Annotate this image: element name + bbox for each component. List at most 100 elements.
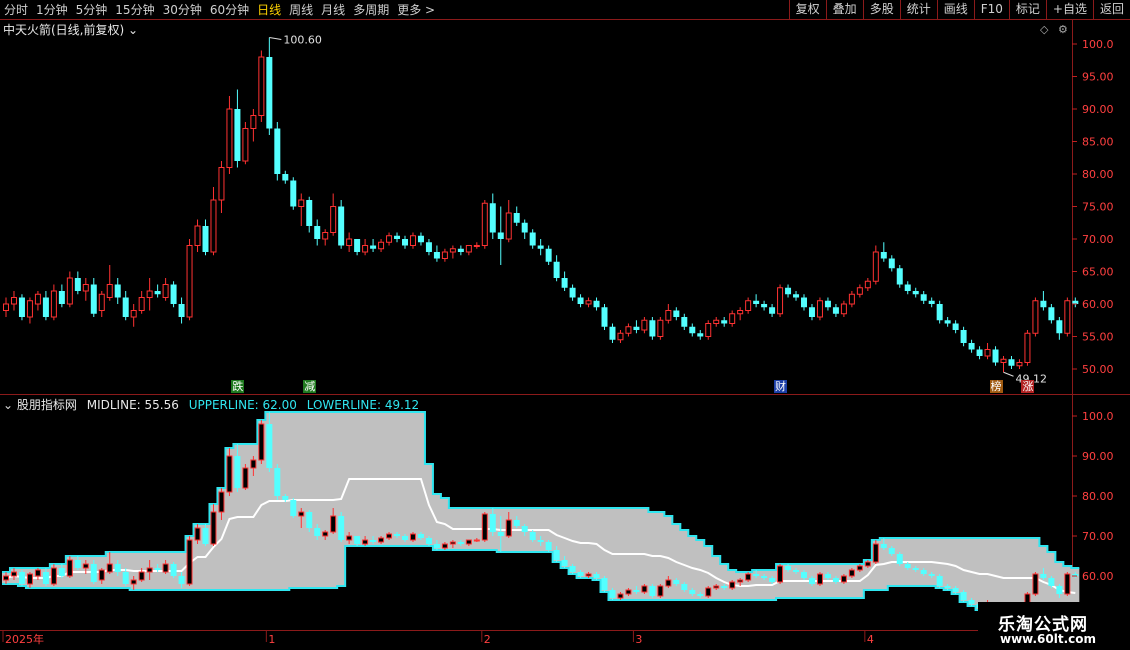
candle — [896, 268, 903, 285]
indicator-candle — [394, 534, 401, 536]
indicator-candle — [497, 532, 504, 536]
watermark: 乐淘公式网 www.60lt.com — [978, 602, 1130, 650]
stock-title[interactable]: 中天火箭(日线,前复权) ⌄ — [3, 21, 138, 38]
candle — [952, 323, 959, 330]
candle — [649, 320, 656, 337]
chevron-down-icon[interactable]: ⌄ — [3, 398, 13, 412]
candle — [402, 239, 408, 246]
indicator-candle — [649, 586, 656, 596]
indicator-candle — [561, 560, 568, 566]
candle — [553, 261, 560, 278]
indicator-candle — [737, 579, 744, 583]
indicator-candle — [346, 535, 353, 541]
upperline-value: UPPERLINE: 62.00 — [188, 398, 297, 412]
candle — [10, 297, 17, 305]
candle — [601, 307, 608, 327]
candle — [816, 300, 823, 318]
candle — [394, 235, 401, 239]
candle — [880, 252, 887, 259]
candle — [258, 56, 265, 116]
candle — [370, 245, 377, 249]
candle — [290, 180, 297, 207]
indicator-name[interactable]: 股朋指标网 — [17, 398, 77, 412]
price-tick-label: 60.00 — [1082, 298, 1114, 311]
candle — [202, 226, 209, 252]
indicator-candle — [441, 543, 448, 549]
candle — [577, 297, 584, 304]
indicator-candle — [210, 511, 217, 545]
indicator-candle — [386, 533, 393, 539]
candle — [298, 199, 305, 207]
candle — [162, 284, 169, 298]
indicator-candle — [617, 593, 624, 599]
candle — [753, 300, 760, 304]
indicator-candle — [633, 590, 640, 592]
candle — [1008, 359, 1015, 366]
indicator-candle — [178, 576, 185, 584]
indicator-candle — [18, 572, 25, 584]
candle — [441, 251, 448, 259]
indicator-title: ⌄ 股朋指标网 MIDLINE: 55.56 UPPERLINE: 62.00 … — [3, 396, 419, 413]
candle — [346, 238, 353, 246]
candle — [218, 167, 225, 201]
candle — [529, 232, 536, 246]
indicator-candle — [848, 569, 855, 577]
candle — [306, 200, 313, 226]
indicator-candle — [904, 564, 911, 568]
candle — [569, 287, 576, 298]
candle — [665, 310, 672, 321]
indicator-candle — [274, 468, 281, 496]
candle — [888, 258, 895, 269]
indicator-candle — [58, 568, 65, 576]
indicator-tick-label: 100.0 — [1082, 410, 1114, 423]
candle — [82, 284, 89, 292]
indicator-candle — [457, 542, 464, 544]
price-tick-label: 70.00 — [1082, 233, 1114, 246]
event-tag[interactable]: 财 — [774, 380, 788, 393]
indicator-tick-label: 80.00 — [1082, 490, 1114, 503]
indicator-candle — [537, 540, 544, 542]
candle — [681, 317, 688, 327]
indicator-candle — [290, 500, 297, 516]
candle — [737, 310, 744, 315]
indicator-candle — [354, 536, 361, 544]
candle — [808, 307, 815, 317]
indicator-candle — [10, 571, 17, 577]
price-tick-label: 85.00 — [1082, 136, 1114, 149]
candle — [968, 343, 975, 350]
indicator-candle — [34, 569, 41, 577]
candle — [785, 287, 792, 295]
candle — [872, 251, 879, 282]
candle — [545, 248, 552, 262]
candle — [362, 245, 369, 253]
time-tick-label: 4 — [867, 633, 874, 646]
event-tag[interactable]: 跌 — [231, 380, 245, 393]
candle — [904, 284, 911, 291]
candle — [194, 225, 201, 246]
low-marker-line — [1003, 371, 1014, 377]
indicator-candle — [489, 514, 496, 532]
candle — [170, 284, 177, 304]
candle — [944, 320, 951, 324]
event-tag[interactable]: 涨 — [1021, 380, 1035, 393]
candle — [537, 245, 544, 249]
event-tag[interactable]: 减 — [303, 380, 317, 393]
candle — [250, 115, 257, 129]
indicator-candle — [864, 561, 871, 567]
candle — [497, 232, 504, 239]
indicator-candle — [154, 568, 161, 570]
candle — [330, 206, 337, 233]
candle — [713, 319, 720, 324]
price-axis: 100.0 95.00 90.00 85.00 80.00 75.00 70.00 65.00… — [1072, 38, 1114, 583]
candle — [266, 57, 273, 129]
chevron-down-icon[interactable]: ⌄ — [128, 23, 138, 37]
indicator-candle — [122, 572, 129, 584]
indicator-candle — [114, 564, 121, 572]
candle — [74, 278, 81, 291]
indicator-candle — [697, 594, 704, 596]
candle — [697, 333, 704, 337]
candle — [489, 203, 496, 233]
indicator-candle — [202, 528, 209, 544]
candle — [761, 304, 768, 308]
event-tag[interactable]: 榜 — [989, 380, 1003, 393]
